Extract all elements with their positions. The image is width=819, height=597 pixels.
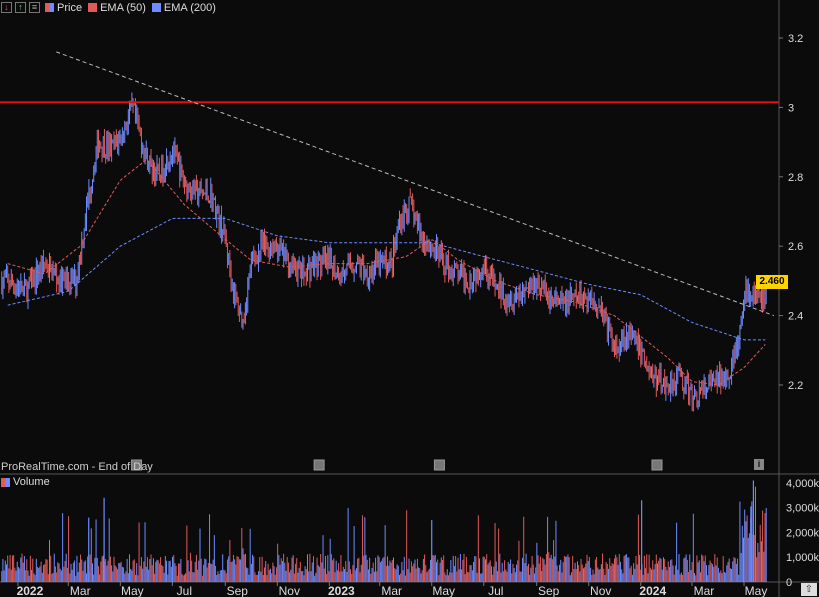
scroll-up-icon[interactable]: ⇧ [801, 583, 817, 596]
trendline [56, 51, 775, 317]
x-tick-label: 2023 [328, 584, 355, 597]
x-tick-label: May [432, 584, 455, 597]
chart-toolbar: ↓ ↑ ≡ Price EMA (50) EMA (200) [1, 0, 216, 15]
y-tick-label: 3.2 [788, 33, 803, 45]
volume-tick-label: 2,000k [786, 527, 819, 539]
settings-icon[interactable]: ≡ [29, 2, 40, 13]
volume-tick-label: 4,000k [786, 478, 819, 490]
x-tick-label: Sep [538, 584, 560, 597]
y-tick-label: 2.8 [788, 172, 803, 184]
info-icon[interactable]: i [754, 459, 764, 470]
legend-price: Price [57, 1, 83, 14]
y-tick-label: 2.2 [788, 380, 803, 392]
y-tick-label: 3 [788, 102, 794, 114]
volume-swatch [1, 477, 10, 487]
x-tick-label: Sep [227, 584, 249, 597]
volume-tick-label: 0 [786, 577, 792, 589]
down-arrow-icon[interactable]: ↓ [1, 2, 12, 13]
x-tick-label: Mar [694, 584, 715, 597]
x-tick-label: May [121, 584, 144, 597]
calendar-event-icon[interactable] [651, 459, 663, 471]
price-badge: 2.460 [756, 275, 788, 289]
x-tick-label: Mar [70, 584, 91, 597]
price-swatch [45, 3, 54, 12]
y-tick-label: 2.6 [788, 241, 803, 253]
x-tick-label: Jul [177, 584, 192, 597]
x-tick-label: May [745, 584, 768, 597]
ema50-swatch [88, 3, 98, 12]
ema200-line [7, 217, 766, 341]
x-tick-label: Nov [590, 584, 611, 597]
up-arrow-icon[interactable]: ↑ [15, 2, 26, 13]
x-tick-label: Mar [381, 584, 402, 597]
ema200-swatch [151, 3, 161, 12]
calendar-event-icon[interactable] [433, 459, 445, 471]
legend-ema200: EMA (200) [163, 1, 216, 14]
calendar-event-icon[interactable] [313, 459, 325, 471]
volume-tick-label: 1,000k [786, 552, 819, 564]
volume-label: Volume [13, 476, 50, 488]
x-tick-label: Nov [279, 584, 300, 597]
x-tick-label: 2022 [17, 584, 44, 597]
legend-ema50: EMA (50) [100, 1, 146, 14]
chart-canvas[interactable]: 3.2 3 2.8 2.6 2.4 2.2 4,000k 3,000k 2,000k 1,000k… [0, 0, 819, 597]
x-tick-label: 2024 [639, 584, 666, 597]
x-tick-label: Jul [488, 584, 503, 597]
watermark: ProRealTime.com - End of Day [1, 461, 153, 473]
y-tick-label: 2.4 [788, 311, 803, 323]
volume-header: Volume [1, 476, 50, 488]
volume-tick-label: 3,000k [786, 503, 819, 515]
